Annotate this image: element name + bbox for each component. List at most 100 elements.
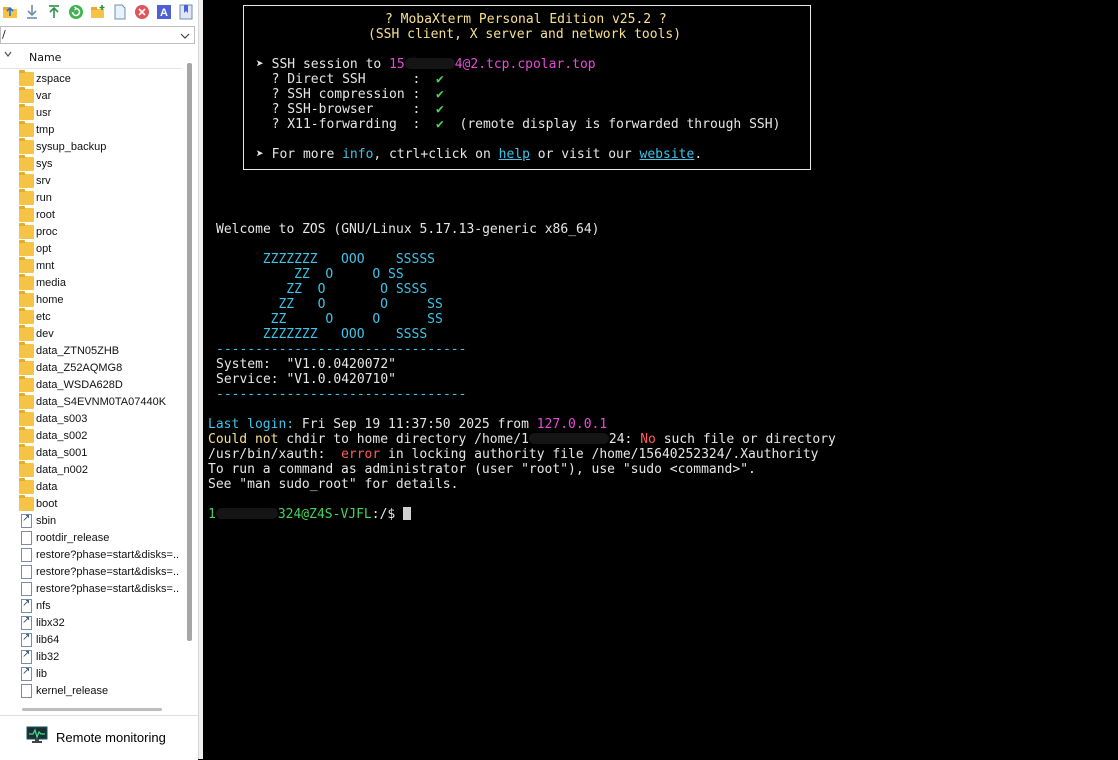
folder-row[interactable]: run xyxy=(0,189,180,207)
path-input[interactable]: / xyxy=(0,26,195,44)
file-list: zspace var usr tmp sysup_backup sys srv run root… xyxy=(0,69,182,703)
remote-monitoring-button[interactable]: Remote monitoring xyxy=(0,715,198,760)
file-row[interactable]: restore?phase=start&disks=... xyxy=(0,564,180,581)
ascii-art-line: ZZ O O SS xyxy=(208,312,443,327)
feature-line: ? SSH-browser : ✔ xyxy=(256,102,444,117)
folder-row[interactable]: usr xyxy=(0,104,180,122)
item-name: kernel_release xyxy=(36,685,109,697)
folder-row[interactable]: sys xyxy=(0,155,180,173)
folder-row[interactable]: media xyxy=(0,274,180,292)
scrollbar-thumb[interactable] xyxy=(187,63,192,641)
delete-icon[interactable] xyxy=(133,4,150,21)
upload-folder-icon[interactable] xyxy=(1,4,18,21)
file-icon xyxy=(21,565,32,579)
xauth-error-word: error xyxy=(341,447,381,462)
terminal[interactable]: ? MobaXterm Personal Edition v25.2 ? (SS… xyxy=(203,0,1118,759)
symlink-row[interactable]: sbin xyxy=(0,513,180,530)
file-row[interactable]: kernel_release xyxy=(0,683,180,700)
item-name: data_n002 xyxy=(36,464,88,476)
new-folder-icon[interactable] xyxy=(89,4,106,21)
folder-row[interactable]: data_WSDA628D xyxy=(0,376,180,394)
scrollbar-thumb[interactable] xyxy=(22,708,162,711)
last-login-text: Fri Sep 19 11:37:50 2025 from xyxy=(294,417,537,432)
collapse-chevron-icon[interactable] xyxy=(3,49,13,62)
refresh-icon[interactable] xyxy=(67,4,84,21)
new-file-icon[interactable] xyxy=(111,4,128,21)
folder-row[interactable]: data_s002 xyxy=(0,427,180,445)
item-name: dev xyxy=(36,328,54,340)
vertical-scrollbar[interactable] xyxy=(183,61,195,703)
folder-row[interactable]: data_s003 xyxy=(0,410,180,428)
last-login-ip: 127.0.0.1 xyxy=(536,417,608,432)
file-row[interactable]: restore?phase=start&disks=... xyxy=(0,547,180,564)
item-name: run xyxy=(36,192,52,204)
svg-text:A: A xyxy=(160,7,168,19)
item-name: usr xyxy=(36,107,52,119)
file-row[interactable]: restore?phase=start&disks=... xyxy=(0,581,180,598)
folder-row[interactable]: data_ZTN05ZHB xyxy=(0,342,180,360)
folder-row[interactable]: data xyxy=(0,478,180,496)
column-header-name[interactable]: Name xyxy=(29,51,61,64)
could-not-text: Could not xyxy=(208,432,279,447)
download-icon[interactable] xyxy=(23,4,40,21)
folder-row[interactable]: data_S4EVNM0TA07440K xyxy=(0,393,180,411)
column-header-row: Name xyxy=(0,47,182,69)
chdir-end: 24: xyxy=(608,432,633,447)
item-name: libx32 xyxy=(36,617,65,629)
ascii-art-line: ZZ O O SS xyxy=(208,267,404,282)
folder-row[interactable]: var xyxy=(0,87,180,105)
banner-subtitle: (SSH client, X server and network tools) xyxy=(368,27,682,42)
folder-row[interactable]: data_n002 xyxy=(0,461,180,479)
upload-icon[interactable] xyxy=(45,4,62,21)
folder-row[interactable]: boot xyxy=(0,495,180,513)
chdir-text: chdir to home directory /home/1 xyxy=(278,432,529,447)
ascii-art-line: ZZZZZZZ OOO SSSS xyxy=(208,327,428,342)
item-name: data_s001 xyxy=(36,447,88,459)
chevron-down-icon[interactable] xyxy=(178,28,192,42)
folder-row[interactable]: srv xyxy=(0,172,180,190)
bookmark-icon[interactable] xyxy=(177,4,194,21)
folder-row[interactable]: proc xyxy=(0,223,180,241)
help-link[interactable]: help xyxy=(499,147,530,162)
divider-rule-top: -------------------------------- xyxy=(216,342,467,357)
feature-line: ? SSH compression : ✔ xyxy=(256,87,444,102)
folder-row[interactable]: dev xyxy=(0,325,180,343)
path-value: / xyxy=(2,28,6,41)
symlink-row[interactable]: nfs xyxy=(0,598,180,615)
folder-row[interactable]: home xyxy=(0,291,180,309)
ssh-session-prefix: ➤ SSH session to xyxy=(256,57,390,72)
divider-rule-bottom: -------------------------------- xyxy=(216,387,467,402)
rename-icon[interactable]: A xyxy=(155,4,172,21)
folder-icon xyxy=(19,291,34,307)
folder-row[interactable]: opt xyxy=(0,240,180,258)
folder-icon xyxy=(19,70,34,86)
symlink-row[interactable]: lib64 xyxy=(0,632,180,649)
file-row[interactable]: rootdir_release xyxy=(0,530,180,547)
no-text: No xyxy=(632,432,656,447)
banner-title: ? MobaXterm Personal Edition v25.2 ? xyxy=(385,12,667,27)
folder-row[interactable]: root xyxy=(0,206,180,224)
folder-icon xyxy=(19,223,34,239)
item-name: lib xyxy=(36,668,48,680)
website-link[interactable]: website xyxy=(640,147,695,162)
folder-row[interactable]: data_s001 xyxy=(0,444,180,462)
info-link[interactable]: info xyxy=(342,147,373,162)
symlink-row[interactable]: lib32 xyxy=(0,649,180,666)
horizontal-scrollbar[interactable] xyxy=(0,705,182,714)
folder-row[interactable]: data_Z52AQMG8 xyxy=(0,359,180,377)
folder-row[interactable]: etc xyxy=(0,308,180,326)
folder-row[interactable]: sysup_backup xyxy=(0,138,180,156)
symlink-icon xyxy=(21,615,32,630)
shell-prompt[interactable]: 1 324@Z4S-VJFL:/$ xyxy=(208,507,412,522)
ssh-target-start: 15 xyxy=(389,57,405,72)
xauth-rest: in locking authority file /home/15640252… xyxy=(380,447,819,462)
symlink-row[interactable]: lib xyxy=(0,666,180,683)
symlink-row[interactable]: libx32 xyxy=(0,615,180,632)
service-version-line: Service: "V1.0.0420710" xyxy=(216,372,397,387)
man-hint-line: See "man sudo_root" for details. xyxy=(208,477,459,492)
item-name: srv xyxy=(36,175,51,187)
folder-row[interactable]: mnt xyxy=(0,257,180,275)
folder-row[interactable]: tmp xyxy=(0,121,180,139)
more-or: or visit our xyxy=(529,147,640,162)
folder-row[interactable]: zspace xyxy=(0,70,180,88)
